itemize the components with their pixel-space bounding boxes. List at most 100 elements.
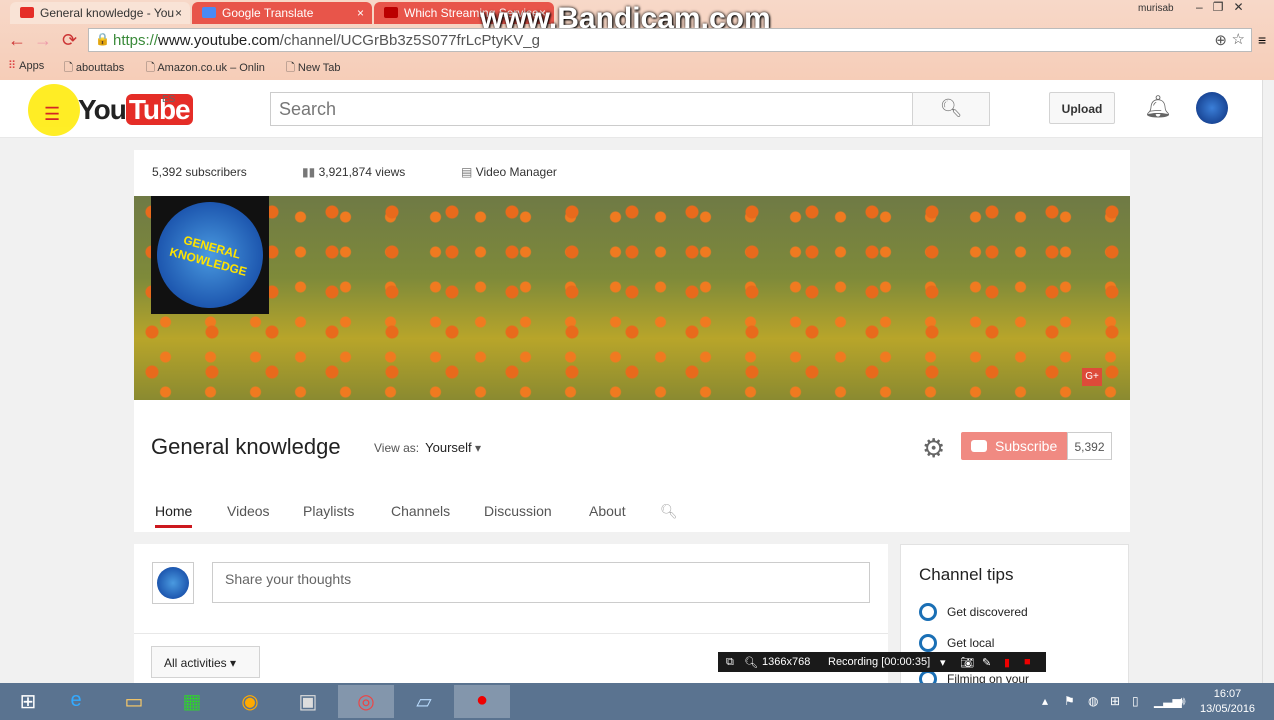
hamburger-icon: ☰ (44, 104, 61, 124)
activity-filter-dropdown[interactable]: All activities ▾ (151, 646, 260, 678)
close-tab-icon[interactable]: × (175, 6, 182, 20)
tab-general-knowledge[interactable]: General knowledge - You × (10, 2, 190, 24)
url-path: /channel/UCGrBb3z5S077frLcPtyKV_g (279, 32, 540, 49)
bookmark-label: Apps (19, 60, 45, 72)
youtube-logo[interactable]: You Tube (78, 94, 193, 126)
page-icon: 🗋 (64, 62, 73, 74)
lock-icon: 🔒 (95, 32, 110, 46)
recording-status: Recording [00:00:35] (828, 656, 931, 668)
pause-icon[interactable]: ▮ (1004, 656, 1010, 669)
notifications-bell-icon[interactable]: 🔔︎ (1144, 94, 1172, 120)
tab-discussion[interactable]: Discussion (484, 503, 552, 519)
close-window-icon[interactable]: ✕ (1233, 0, 1243, 14)
clock-date: 13/05/2016 (1200, 703, 1256, 715)
channel-search-icon[interactable]: 🔍︎ (660, 503, 678, 520)
window-controls[interactable]: – ❐ ✕ (1196, 0, 1244, 14)
system-clock[interactable]: 16:07 13/05/2016 (1200, 687, 1255, 717)
tab-title: Google Translate (222, 6, 314, 20)
search-input[interactable]: Search (270, 92, 913, 126)
menu-icon[interactable]: ≡ (1258, 32, 1266, 48)
bar-chart-icon: ▮▮ (302, 165, 316, 179)
camera-icon[interactable]: 📷︎ (960, 656, 974, 669)
stop-icon[interactable]: ■ (1024, 656, 1031, 668)
page-icon: 🗋 (286, 62, 295, 74)
minimize-icon[interactable]: – (1196, 0, 1203, 14)
bookmark-label: abouttabs (75, 62, 125, 74)
channel-logo-text: GENERAL KNOWLEDGE (145, 190, 275, 320)
video-manager-link[interactable]: ▤ Video Manager (461, 165, 557, 179)
taskbar-chrome-icon[interactable]: ◎ (338, 685, 394, 718)
pc-favicon-icon (384, 7, 398, 18)
reload-icon[interactable]: ⟳ (62, 30, 77, 51)
channel-settings-gear-icon[interactable]: ⚙ (922, 433, 945, 464)
battery-icon[interactable]: ▯ (1132, 694, 1139, 708)
taskbar-store-icon[interactable]: ▦ (164, 685, 220, 718)
view-as-value: Yourself (425, 440, 472, 455)
bookmark-new-tab[interactable]: 🗋 New Tab (286, 59, 341, 78)
google-plus-link[interactable]: G+ (1082, 368, 1102, 386)
bandicam-recording-bar: ⧉ 🔍︎ 1366x768 Recording [00:00:35] ▾ 📷︎ … (718, 652, 1046, 672)
channel-header: 5,392 subscribers ▮▮ 3,921,874 views ▤ V… (134, 150, 1130, 532)
bookmark-amazon[interactable]: 🗋 Amazon.co.uk – Onlin (146, 59, 265, 78)
windows-update-icon[interactable]: ⊞ (1110, 694, 1120, 708)
tip-get-local[interactable]: Get local (919, 634, 994, 652)
profile-name[interactable]: murisab (1138, 3, 1174, 14)
window-mode-icon[interactable]: ⧉ (726, 656, 734, 669)
windows-taskbar: ⊞ e ▭ ▦ ◉ ▣ ◎ ▱ ● ▴ ⚑ ◍ ⊞ ▯ ▁▃▅ 🔊︎ 16:07… (0, 683, 1274, 720)
bookmark-label: Amazon.co.uk – Onlin (157, 62, 265, 74)
tab-videos[interactable]: Videos (227, 503, 270, 519)
tab-title: General knowledge - You (40, 6, 175, 20)
subscriber-count-badge: 5,392 (1067, 432, 1112, 460)
back-icon[interactable]: ← (8, 30, 26, 51)
page-icon: 🗋 (146, 62, 155, 74)
user-avatar (152, 562, 194, 604)
subscribe-button[interactable]: Subscribe (961, 432, 1068, 460)
magnifier-icon[interactable]: 🔍︎ (744, 656, 758, 669)
taskbar-notepad-icon[interactable]: ▱ (396, 685, 452, 718)
volume-icon[interactable]: 🔊︎ (1178, 694, 1186, 709)
tray-expand-icon[interactable]: ▴ (1042, 694, 1048, 708)
star-icon[interactable]: ☆ (1232, 30, 1245, 48)
browser-chrome: General knowledge - You × Google Translat… (0, 0, 1274, 80)
translate-favicon-icon (202, 7, 216, 18)
views-count: 3,921,874 views (318, 165, 406, 179)
tab-home[interactable]: Home (155, 503, 193, 528)
close-tab-icon[interactable]: × (357, 6, 364, 20)
tray-app-icon[interactable]: ◍ (1088, 694, 1098, 708)
account-avatar[interactable] (1196, 92, 1228, 124)
address-bar[interactable]: 🔒 https://www.youtube.com/channel/UCGrBb… (88, 28, 1252, 52)
filter-label: All activities (164, 656, 227, 670)
subscriber-count: 5,392 subscribers (152, 165, 247, 179)
search-button[interactable]: 🔍︎ (912, 92, 990, 126)
view-as-dropdown[interactable]: View as: Yourself ▾ (374, 440, 481, 455)
tab-channels[interactable]: Channels (391, 503, 450, 519)
taskbar-ie-icon[interactable]: e (48, 685, 104, 718)
page-scrollbar[interactable] (1262, 80, 1274, 683)
maximize-icon[interactable]: ❐ (1213, 0, 1224, 14)
channel-logo[interactable]: GENERAL KNOWLEDGE (145, 190, 275, 320)
tab-about[interactable]: About (589, 503, 626, 519)
zoom-icon[interactable]: ⊕ (1214, 31, 1227, 49)
share-thoughts-input[interactable]: Share your thoughts (212, 562, 870, 603)
pencil-icon[interactable]: ✎ (982, 656, 991, 669)
taskbar-app-icon[interactable]: ◉ (222, 685, 278, 718)
tab-google-translate[interactable]: Google Translate × (192, 2, 372, 24)
url-scheme: https:// (113, 32, 159, 49)
tab-playlists[interactable]: Playlists (303, 503, 354, 519)
dropdown-icon[interactable]: ▾ (940, 656, 946, 669)
views-stat: ▮▮ 3,921,874 views (302, 165, 405, 179)
bookmark-abouttabs[interactable]: 🗋 abouttabs (64, 59, 124, 78)
bookmark-apps[interactable]: ⠿ Apps (8, 59, 44, 72)
taskbar-bandicam-icon[interactable]: ● (454, 685, 510, 718)
url-host: www.youtube.com (158, 32, 280, 49)
action-center-flag-icon[interactable]: ⚑ (1064, 694, 1075, 708)
taskbar-explorer-icon[interactable]: ▭ (106, 685, 162, 718)
windows-logo-icon: ⊞ (19, 691, 37, 713)
tip-get-discovered[interactable]: Get discovered (919, 603, 1028, 621)
forward-icon[interactable]: → (34, 30, 52, 51)
upload-button[interactable]: Upload (1049, 92, 1115, 124)
guide-menu-button[interactable]: ☰ (28, 84, 80, 136)
taskbar-tool-icon[interactable]: ▣ (280, 685, 336, 718)
apps-grid-icon: ⠿ (8, 60, 17, 72)
caret-down-icon: ▾ (474, 441, 482, 455)
